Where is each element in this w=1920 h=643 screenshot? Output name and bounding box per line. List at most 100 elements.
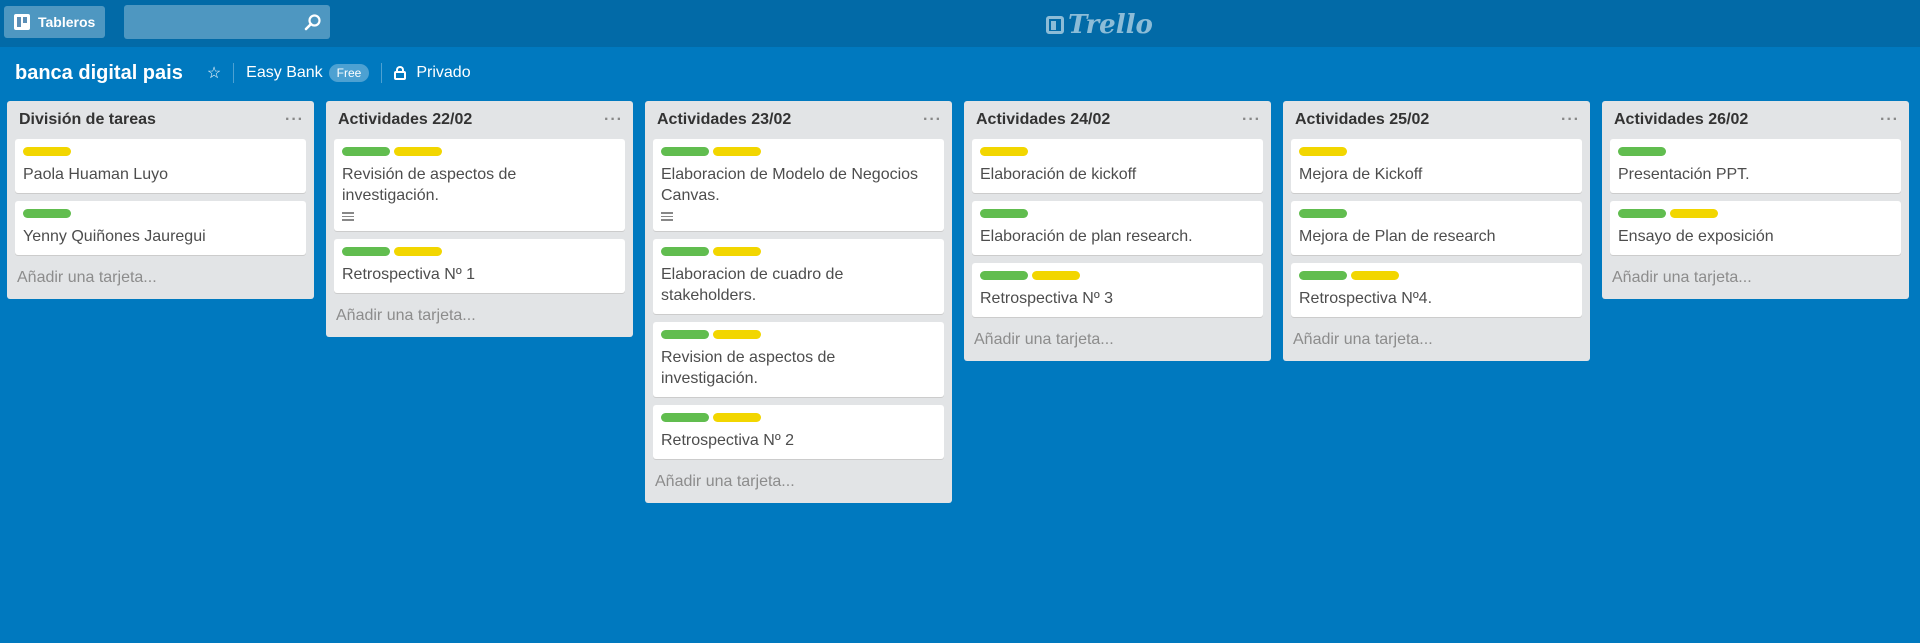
- card[interactable]: Elaboracion de Modelo de Negocios Canvas…: [653, 139, 944, 231]
- list-title[interactable]: División de tareas: [19, 111, 156, 129]
- logo-text: Trello: [1068, 10, 1153, 40]
- list-menu-icon[interactable]: ···: [923, 111, 942, 129]
- card-title: Mejora de Kickoff: [1299, 166, 1423, 183]
- list: Actividades 25/02 ··· Mejora de Kickoff Mej…: [1283, 101, 1590, 361]
- label-green: [1299, 271, 1347, 280]
- list-header: Actividades 23/02 ···: [645, 101, 952, 139]
- top-header: Tableros Trello: [0, 0, 1920, 47]
- card[interactable]: Elaboración de kickoff: [972, 139, 1263, 193]
- card[interactable]: Mejora de Plan de research: [1291, 201, 1582, 255]
- label-yellow: [1670, 209, 1718, 218]
- list: División de tareas ··· Paola Huaman Luyo Ye…: [7, 101, 314, 299]
- card-labels: [980, 271, 1255, 280]
- card[interactable]: Paola Huaman Luyo: [15, 139, 306, 193]
- list-title[interactable]: Actividades 23/02: [657, 111, 791, 129]
- card-labels: [1299, 271, 1574, 280]
- add-card-link[interactable]: Añadir una tarjeta...: [645, 467, 952, 501]
- card[interactable]: Retrospectiva Nº 2: [653, 405, 944, 459]
- trello-logo[interactable]: Trello: [1046, 10, 1153, 40]
- card-title: Revisión de aspectos de investigación.: [342, 166, 517, 204]
- add-card-link[interactable]: Añadir una tarjeta...: [1283, 325, 1590, 359]
- list-header: Actividades 25/02 ···: [1283, 101, 1590, 139]
- list-menu-icon[interactable]: ···: [604, 111, 623, 129]
- boards-button-label: Tableros: [38, 14, 96, 30]
- add-card-link[interactable]: Añadir una tarjeta...: [964, 325, 1271, 359]
- card-labels: [980, 209, 1255, 218]
- list-title[interactable]: Actividades 26/02: [1614, 111, 1748, 129]
- card[interactable]: Presentación PPT.: [1610, 139, 1901, 193]
- label-green: [661, 247, 709, 256]
- label-green: [23, 209, 71, 218]
- label-yellow: [1299, 147, 1347, 156]
- privacy-label: Privado: [416, 64, 471, 81]
- card-labels: [980, 147, 1255, 156]
- card[interactable]: Ensayo de exposición: [1610, 201, 1901, 255]
- card-title: Ensayo de exposición: [1618, 228, 1774, 245]
- card-list: Paola Huaman Luyo Yenny Quiñones Jauregui: [7, 139, 314, 255]
- card-title: Retrospectiva Nº4.: [1299, 290, 1433, 307]
- card-labels: [23, 147, 298, 156]
- card-title: Retrospectiva Nº 1: [342, 266, 476, 283]
- team-name: Easy Bank: [246, 64, 323, 81]
- list-menu-icon[interactable]: ···: [1242, 111, 1261, 129]
- card[interactable]: Revisión de aspectos de investigación.: [334, 139, 625, 231]
- list-header: División de tareas ···: [7, 101, 314, 139]
- card-list: Mejora de Kickoff Mejora de Plan de resea…: [1283, 139, 1590, 317]
- add-card-link[interactable]: Añadir una tarjeta...: [1602, 263, 1909, 297]
- team-button[interactable]: Easy Bank Free: [246, 64, 370, 82]
- card-labels: [661, 147, 936, 156]
- card-labels: [1618, 209, 1893, 218]
- card-list: Elaboracion de Modelo de Negocios Canvas…: [645, 139, 952, 459]
- label-green: [980, 271, 1028, 280]
- label-green: [661, 147, 709, 156]
- card-labels: [661, 413, 936, 422]
- card-labels: [661, 330, 936, 339]
- lock-icon: [394, 66, 407, 80]
- list-header: Actividades 22/02 ···: [326, 101, 633, 139]
- card-labels: [23, 209, 298, 218]
- list-header: Actividades 24/02 ···: [964, 101, 1271, 139]
- add-card-link[interactable]: Añadir una tarjeta...: [326, 301, 633, 335]
- board-lists: División de tareas ··· Paola Huaman Luyo Ye…: [7, 101, 1909, 503]
- card[interactable]: Revision de aspectos de investigación.: [653, 322, 944, 397]
- card[interactable]: Mejora de Kickoff: [1291, 139, 1582, 193]
- search-box[interactable]: [124, 5, 330, 39]
- card[interactable]: Retrospectiva Nº4.: [1291, 263, 1582, 317]
- card[interactable]: Yenny Quiñones Jauregui: [15, 201, 306, 255]
- star-icon[interactable]: ☆: [207, 63, 221, 83]
- list-title[interactable]: Actividades 24/02: [976, 111, 1110, 129]
- label-yellow: [980, 147, 1028, 156]
- card-labels: [1618, 147, 1893, 156]
- card[interactable]: Elaboracion de cuadro de stakeholders.: [653, 239, 944, 314]
- board-header: banca digital pais ☆ Easy Bank Free Priv…: [0, 47, 1920, 99]
- list: Actividades 24/02 ··· Elaboración de kicko…: [964, 101, 1271, 361]
- card[interactable]: Retrospectiva Nº 3: [972, 263, 1263, 317]
- list: Actividades 22/02 ··· Revisión de aspectos…: [326, 101, 633, 337]
- list-menu-icon[interactable]: ···: [285, 111, 304, 129]
- search-icon[interactable]: [304, 13, 322, 31]
- card-title: Yenny Quiñones Jauregui: [23, 228, 206, 245]
- list-title[interactable]: Actividades 22/02: [338, 111, 472, 129]
- list-menu-icon[interactable]: ···: [1880, 111, 1899, 129]
- privacy-button[interactable]: Privado: [394, 64, 471, 82]
- card-title: Presentación PPT.: [1618, 166, 1750, 183]
- card[interactable]: Retrospectiva Nº 1: [334, 239, 625, 293]
- card-title: Elaboración de plan research.: [980, 228, 1193, 245]
- board-icon: [14, 14, 30, 30]
- label-yellow: [1351, 271, 1399, 280]
- label-green: [1618, 147, 1666, 156]
- list-menu-icon[interactable]: ···: [1561, 111, 1580, 129]
- card[interactable]: Elaboración de plan research.: [972, 201, 1263, 255]
- board-title[interactable]: banca digital pais: [15, 62, 183, 85]
- card-title: Revision de aspectos de investigación.: [661, 349, 836, 387]
- label-yellow: [1032, 271, 1080, 280]
- list-title[interactable]: Actividades 25/02: [1295, 111, 1429, 129]
- add-card-link[interactable]: Añadir una tarjeta...: [7, 263, 314, 297]
- card-labels: [342, 247, 617, 256]
- label-green: [342, 247, 390, 256]
- label-green: [1618, 209, 1666, 218]
- card-list: Elaboración de kickoff Elaboración de pla…: [964, 139, 1271, 317]
- search-input[interactable]: [130, 5, 304, 39]
- boards-button[interactable]: Tableros: [4, 6, 106, 38]
- label-yellow: [23, 147, 71, 156]
